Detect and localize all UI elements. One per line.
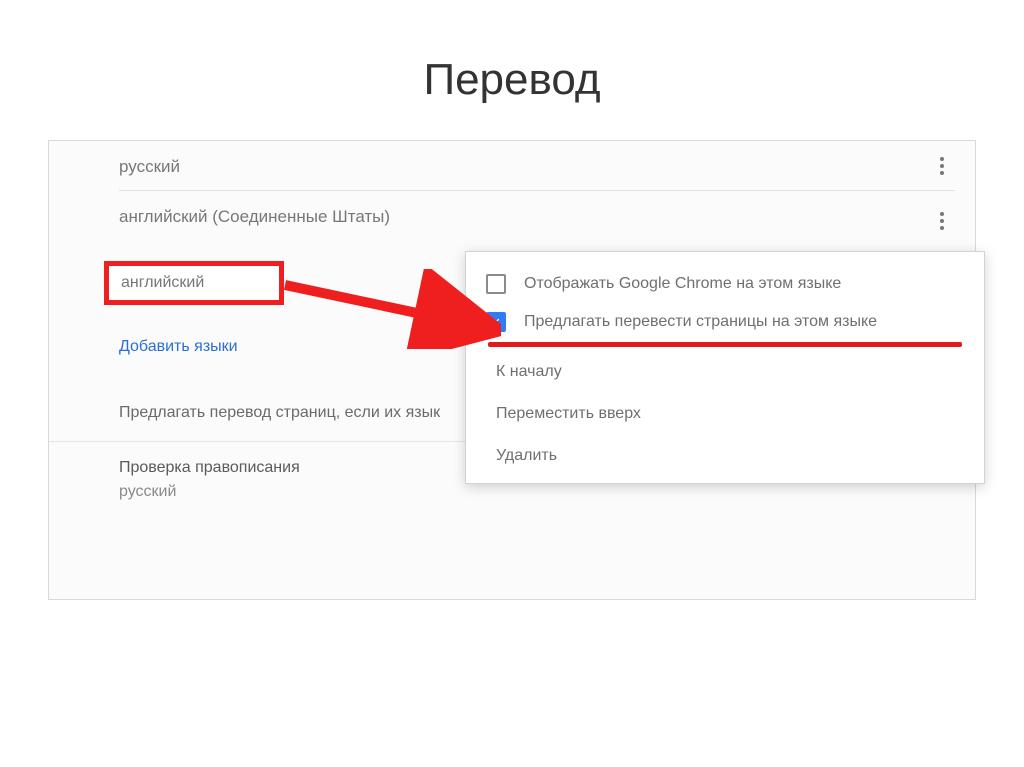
menu-item-delete[interactable]: Удалить bbox=[466, 435, 984, 477]
checkbox-checked-icon[interactable] bbox=[486, 312, 506, 332]
page-title: Перевод bbox=[0, 0, 1024, 140]
more-vert-icon[interactable] bbox=[931, 155, 953, 177]
language-label: английский bbox=[121, 274, 204, 292]
checkbox-unchecked-icon[interactable] bbox=[486, 274, 506, 294]
language-label: английский (Соединенные Штаты) bbox=[119, 207, 390, 226]
menu-item-to-top[interactable]: К началу bbox=[466, 351, 984, 393]
menu-item-label: Отображать Google Chrome на этом языке bbox=[524, 275, 841, 293]
language-row-english-highlighted[interactable]: английский bbox=[104, 261, 284, 305]
menu-item-offer-translate[interactable]: Предлагать перевести страницы на этом яз… bbox=[466, 304, 984, 342]
annotation-underline bbox=[488, 342, 962, 347]
spellcheck-setting[interactable]: Проверка правописания русский bbox=[119, 459, 300, 501]
language-context-menu: Отображать Google Chrome на этом языке П… bbox=[465, 251, 985, 484]
add-languages-link[interactable]: Добавить языки bbox=[119, 338, 238, 356]
menu-item-move-up[interactable]: Переместить вверх bbox=[466, 393, 984, 435]
menu-item-display-chrome[interactable]: Отображать Google Chrome на этом языке bbox=[466, 266, 984, 304]
language-settings-panel: русский английский (Соединенные Штаты) а… bbox=[48, 140, 976, 600]
language-row-russian[interactable]: русский bbox=[49, 141, 975, 191]
language-label: русский bbox=[119, 157, 180, 176]
more-vert-icon[interactable] bbox=[931, 210, 953, 232]
spellcheck-language: русский bbox=[119, 483, 176, 500]
language-row-english-us[interactable]: английский (Соединенные Штаты) bbox=[49, 191, 975, 251]
spellcheck-title: Проверка правописания bbox=[119, 459, 300, 477]
menu-item-label: Предлагать перевести страницы на этом яз… bbox=[524, 313, 877, 331]
